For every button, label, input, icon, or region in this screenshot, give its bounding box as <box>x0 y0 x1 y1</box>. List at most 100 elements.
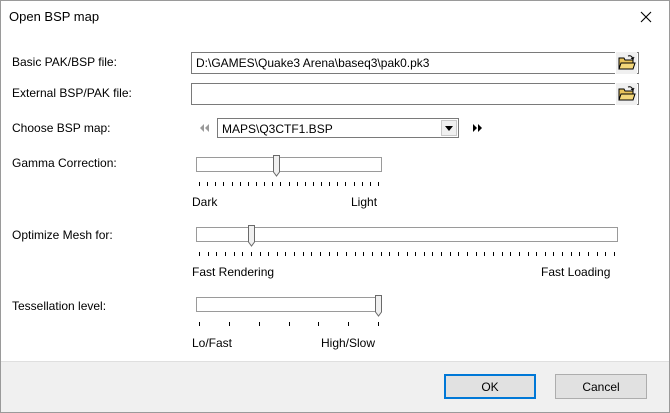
slider-tick <box>321 182 323 186</box>
bsp-map-dropdown-button[interactable] <box>441 120 457 136</box>
window-title: Open BSP map <box>9 9 100 24</box>
tessellation-slider-thumb[interactable] <box>375 295 382 317</box>
slider-tick <box>363 252 365 256</box>
slider-tick <box>311 252 313 256</box>
slider-tick <box>397 252 399 256</box>
slider-tick <box>348 322 350 326</box>
slider-tick <box>228 322 230 326</box>
gamma-slider-track[interactable] <box>196 157 382 172</box>
slider-tick <box>312 182 314 186</box>
slider-tick <box>259 252 261 256</box>
slider-tick <box>406 252 408 256</box>
slider-tick <box>562 252 564 256</box>
slider-tick <box>288 182 290 186</box>
slider-tick <box>345 182 347 186</box>
slider-tick <box>199 322 200 326</box>
slider-tick <box>304 182 306 186</box>
slider-tick <box>432 252 434 256</box>
bsp-map-select[interactable]: MAPS\Q3CTF1.BSP <box>217 118 459 138</box>
slider-tick <box>264 182 266 186</box>
tessellation-slider-ticks <box>199 322 379 328</box>
slider-tick <box>207 252 209 256</box>
slider-tick <box>239 182 241 186</box>
slider-tick <box>353 182 355 186</box>
optimize-slider-track[interactable] <box>196 227 618 242</box>
slider-tick <box>329 182 331 186</box>
slider-tick <box>423 252 425 256</box>
optimize-min-label: Fast Rendering <box>192 265 275 279</box>
slider-tick <box>544 252 546 256</box>
slider-tick <box>371 252 373 256</box>
slider-tick <box>596 252 598 256</box>
slider-tick <box>272 182 274 186</box>
slider-tick <box>302 252 304 256</box>
prev-map-button[interactable] <box>198 121 212 135</box>
slider-tick <box>475 252 477 256</box>
slider-tick <box>570 252 572 256</box>
tessellation-max-label: High/Slow <box>321 336 376 350</box>
slider-tick <box>484 252 486 256</box>
basic-pak-input[interactable]: D:\GAMES\Quake3 Arena\baseq3\pak0.pk3 <box>191 52 639 74</box>
slider-tick <box>258 322 260 326</box>
slider-tick <box>449 252 451 256</box>
open-folder-icon <box>617 55 636 70</box>
gamma-min-label: Dark <box>192 195 218 209</box>
slider-tick <box>492 252 494 256</box>
slider-tick <box>518 252 520 256</box>
title-bar[interactable]: Open BSP map <box>1 1 669 33</box>
tessellation-label: Tessellation level: <box>12 299 107 313</box>
bsp-map-selected: MAPS\Q3CTF1.BSP <box>222 122 333 136</box>
gamma-slider-thumb[interactable] <box>272 155 280 177</box>
tessellation-slider[interactable] <box>196 295 382 335</box>
next-map-button[interactable] <box>470 121 484 135</box>
slider-tick <box>318 322 320 326</box>
external-pak-input[interactable] <box>191 83 639 105</box>
cancel-button[interactable]: Cancel <box>555 374 647 399</box>
slider-tick <box>285 252 287 256</box>
optimize-slider[interactable] <box>196 225 618 265</box>
slider-tick <box>614 252 615 256</box>
basic-pak-value: D:\GAMES\Quake3 Arena\baseq3\pak0.pk3 <box>196 56 430 70</box>
basic-pak-browse-button[interactable] <box>615 52 637 74</box>
slider-tick <box>294 252 296 256</box>
ok-button[interactable]: OK <box>444 374 536 399</box>
slider-tick <box>354 252 356 256</box>
slider-tick <box>527 252 529 256</box>
slider-tick <box>280 182 282 186</box>
slider-tick <box>224 252 226 256</box>
gamma-label: Gamma Correction: <box>12 156 117 170</box>
slider-tick <box>250 252 252 256</box>
slider-tick <box>268 252 270 256</box>
slider-tick <box>441 252 443 256</box>
slider-tick <box>510 252 512 256</box>
slider-tick <box>296 182 298 186</box>
slider-tick <box>207 182 209 186</box>
dialog-footer: OK Cancel <box>1 361 669 412</box>
optimize-slider-thumb[interactable] <box>248 225 256 247</box>
bsp-map-label: Choose BSP map: <box>12 121 111 135</box>
external-pak-label: External BSP/PAK file: <box>12 86 132 100</box>
slider-tick <box>389 252 391 256</box>
slider-tick <box>380 252 382 256</box>
gamma-slider[interactable] <box>196 155 382 195</box>
slider-tick <box>337 182 339 186</box>
slider-tick <box>199 182 200 186</box>
optimize-slider-ticks <box>199 252 615 258</box>
close-button[interactable] <box>623 1 669 32</box>
slider-tick <box>215 182 217 186</box>
slider-tick <box>320 252 322 256</box>
double-chevron-right-icon <box>473 124 482 132</box>
slider-tick <box>588 252 590 256</box>
gamma-slider-ticks <box>199 182 379 188</box>
slider-tick <box>553 252 555 256</box>
slider-tick <box>276 252 278 256</box>
slider-tick <box>536 252 538 256</box>
tessellation-slider-track[interactable] <box>196 297 382 312</box>
slider-tick <box>255 182 257 186</box>
external-pak-browse-button[interactable] <box>615 83 637 105</box>
slider-tick <box>223 182 225 186</box>
basic-pak-label: Basic PAK/BSP file: <box>12 55 117 69</box>
slider-tick <box>378 182 379 186</box>
slider-tick <box>415 252 417 256</box>
open-bsp-dialog: Open BSP map Basic PAK/BSP file: D:\GAME… <box>0 0 670 413</box>
